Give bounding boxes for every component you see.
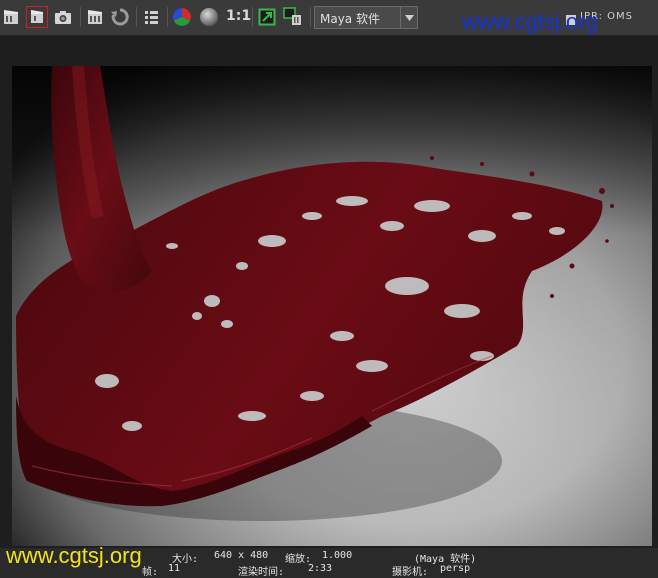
watermark-bottom: www.cgtsj.org (6, 543, 142, 568)
camera-label: 摄影机: (392, 567, 429, 578)
toolbar-separator (310, 7, 311, 27)
rgb-channels-icon[interactable] (171, 6, 193, 28)
camera-value: persp (440, 563, 471, 574)
chevron-down-icon (400, 7, 417, 28)
toolbar-separator (80, 7, 81, 27)
render-view-toolbar: 1:1 Maya 软件 IPR: OMS www.cgtsj.org (0, 0, 658, 36)
snapshot-icon[interactable] (52, 6, 74, 28)
rendered-image (12, 66, 652, 546)
renderer-dropdown[interactable]: Maya 软件 (314, 6, 418, 29)
remove-image-icon[interactable] (282, 6, 304, 28)
render-viewport (0, 36, 658, 548)
frame-label: 帧: (142, 567, 159, 578)
render-region-icon[interactable] (26, 6, 48, 28)
render-time-value: 2:33 (308, 563, 333, 574)
alpha-channel-icon[interactable] (198, 6, 220, 28)
real-size-ratio[interactable]: 1:1 (226, 8, 251, 24)
toolbar-separator (252, 7, 253, 27)
zoom-value: 1.000 (322, 550, 353, 561)
size-value: 640 x 480 (214, 550, 269, 561)
render-icon[interactable] (0, 6, 22, 28)
refresh-icon[interactable] (109, 6, 131, 28)
toolbar-separator (136, 7, 137, 27)
frame-value: 11 (168, 563, 181, 574)
render-settings-icon[interactable] (140, 6, 162, 28)
watermark-top: www.cgtsj.org (462, 9, 598, 34)
render-time-label: 渲染时间: (238, 567, 285, 578)
render-status-bar: www.cgtsj.org 大小: 640 x 480 缩放: 1.000 (M… (0, 543, 658, 578)
renderer-value: Maya 软件 (320, 12, 380, 26)
toolbar-separator (167, 7, 168, 27)
keep-image-icon[interactable] (256, 6, 278, 28)
ipr-render-icon[interactable] (84, 6, 106, 28)
